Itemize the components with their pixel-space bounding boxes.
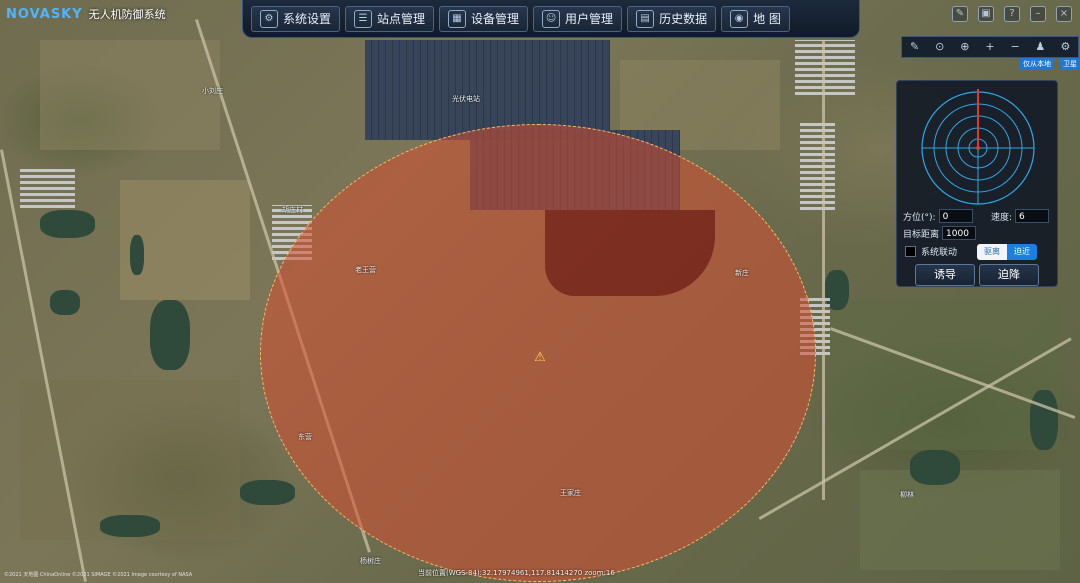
pond [50,290,80,315]
nav-label: 系统设置 [283,12,332,26]
pond [130,235,144,275]
nav-device-management[interactable]: ▦ 设备管理 [439,5,529,32]
village [795,40,855,95]
azimuth-label: 方位(°): [903,212,936,223]
layer-local-option[interactable]: 仅从本地 [1020,58,1054,70]
nav-map[interactable]: ◉ 地 图 [721,5,790,32]
azimuth-row: 方位(°): 0 [903,209,973,223]
locate-icon[interactable]: ⊙ [932,39,948,55]
map-label: 小刘庄 [202,87,223,95]
brand-logo: NOVASKY [6,6,83,22]
target-icon[interactable]: ⊕ [957,39,973,55]
distance-label: 目标距离 [903,229,940,240]
map-toolbar: ✎ ⊙ ⊕ + − ♟ ⚙ [901,36,1079,58]
pond [150,300,190,370]
forced-landing-button[interactable]: 迫降 [979,264,1039,286]
lock-icon[interactable]: ▣ [978,6,994,22]
pencil-icon[interactable]: ✎ [907,39,923,55]
settings-icon[interactable]: ⚙ [1057,39,1073,55]
coordinate-readout: 当前位置(WGS-84):32.17974961,117.81414270 zo… [418,569,615,577]
farmland [830,300,1060,450]
map-label: 光伏电站 [452,95,480,103]
nav-site-management[interactable]: ☰ 站点管理 [345,5,435,32]
close-icon[interactable]: × [1056,6,1072,22]
road [822,40,825,500]
zoom-out-icon[interactable]: − [1007,39,1023,55]
map-pin-icon: ◉ [730,9,749,28]
brand: NOVASKY 无人机防御系统 [6,6,166,22]
speed-label: 速度: [991,212,1013,223]
water-reservoir [545,210,715,296]
map-label: 胡庄村 [282,206,303,214]
station-marker-icon[interactable]: ⚠ [532,350,548,366]
layer-satellite-option[interactable]: 卫星 [1060,58,1080,70]
zoom-in-icon[interactable]: + [982,39,998,55]
device-icon: ▦ [448,9,467,28]
map-copyright: ©2021 天地图 ChinaOnline ©2021 SIMAGE ©2021… [4,572,193,578]
map-label: 杨树庄 [360,557,381,565]
mode-toggle[interactable]: 驱离 迫近 [977,244,1037,260]
nav-label: 用户管理 [565,12,614,26]
window-controls: ✎ ▣ ? – × [952,6,1072,22]
farmland [40,40,220,150]
linkage-checkbox[interactable] [905,246,916,257]
pond [100,515,160,537]
app-title: 无人机防御系统 [88,8,166,21]
user-marker-icon[interactable]: ♟ [1032,39,1048,55]
speed-row: 速度: 6 [991,209,1050,223]
nav-history-data[interactable]: ▤ 历史数据 [627,5,717,32]
map-label: 柳林 [900,491,914,499]
nav-label: 历史数据 [659,12,708,26]
linkage-label: 系统联动 [921,248,958,258]
map-label: 老王营 [355,266,376,274]
radar-display [921,89,1035,205]
settings-icon: ⚙ [260,9,278,28]
radar-control-panel: 方位(°): 0 速度: 6 目标距离 1000 系统联动 驱离 迫近 诱导 迫… [896,80,1058,287]
user-icon: ☺ [542,9,561,28]
map-label: 王家庄 [560,489,581,497]
farmland [860,470,1060,570]
layer-switch: 仅从本地 卫星 [1020,58,1080,70]
nav-user-management[interactable]: ☺ 用户管理 [533,5,623,32]
map-label: 新庄 [735,269,749,277]
minimize-icon[interactable]: – [1030,6,1046,22]
mode-expel-option[interactable]: 驱离 [977,244,1007,260]
mode-approach-option[interactable]: 迫近 [1007,244,1037,260]
pond [910,450,960,485]
speed-input[interactable]: 6 [1015,209,1050,223]
site-icon: ☰ [354,9,373,28]
top-bar: NOVASKY 无人机防御系统 ⚙ 系统设置 ☰ 站点管理 ▦ 设备管理 ☺ 用… [0,0,1080,38]
chart-icon: ▤ [636,9,655,28]
nav-label: 地 图 [753,12,781,26]
pond [40,210,95,238]
nav-label: 设备管理 [471,12,520,26]
nav-system-settings[interactable]: ⚙ 系统设置 [251,5,341,32]
lure-button[interactable]: 诱导 [915,264,975,286]
pond [1030,390,1058,450]
distance-row: 目标距离 1000 [903,226,977,240]
edit-icon[interactable]: ✎ [952,6,968,22]
linkage-row: 系统联动 [905,245,957,258]
distance-input[interactable]: 1000 [942,226,977,240]
help-icon[interactable]: ? [1004,6,1020,22]
pond [240,480,295,505]
nav-label: 站点管理 [377,12,426,26]
village [800,120,835,210]
azimuth-input[interactable]: 0 [938,209,973,223]
village [20,168,75,208]
map-label: 东营 [298,433,312,441]
main-nav: ⚙ 系统设置 ☰ 站点管理 ▦ 设备管理 ☺ 用户管理 ▤ 历史数据 ◉ 地 图 [242,0,860,38]
